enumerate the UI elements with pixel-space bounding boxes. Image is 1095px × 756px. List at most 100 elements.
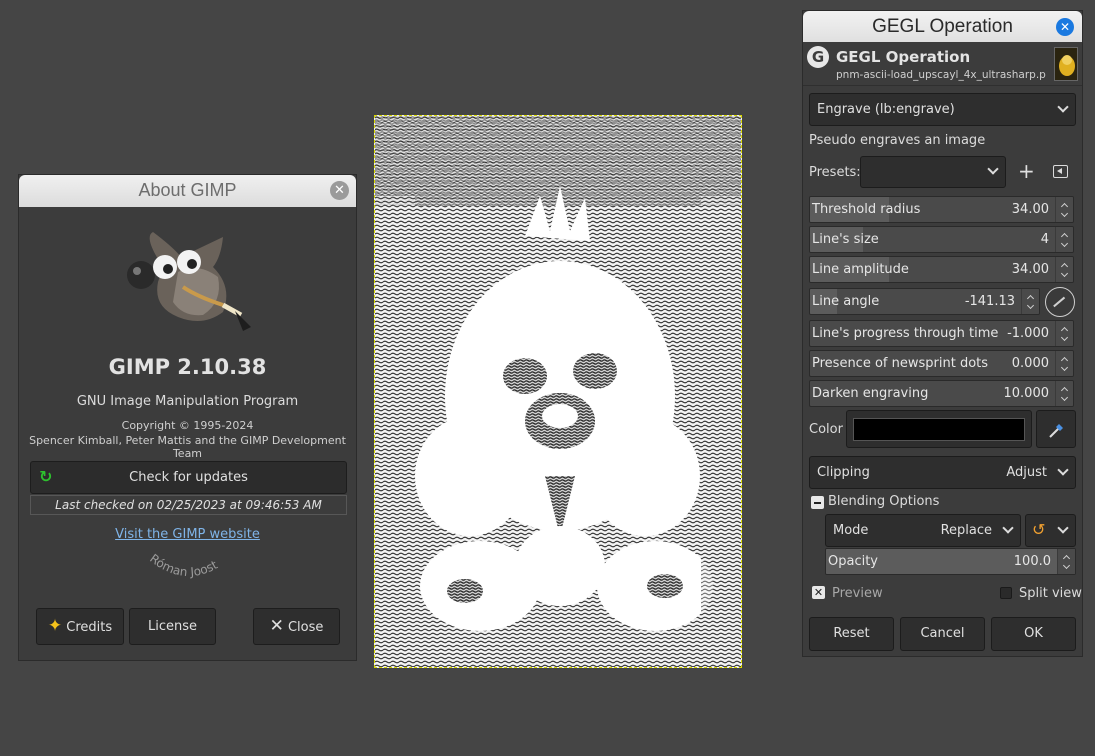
chevron-down-icon bbox=[1002, 522, 1014, 534]
about-dialog: About GIMP ✕ GIMP 2.10.38 GNU Image Mani… bbox=[18, 174, 357, 661]
param-value: -141.13 bbox=[964, 294, 1015, 309]
opacity-slider[interactable]: Opacity 100.0 bbox=[825, 548, 1076, 575]
arc-name: Róman Joost bbox=[147, 552, 220, 579]
opacity-value: 100.0 bbox=[1013, 554, 1051, 569]
param-slider-presence-of-newsprint-dots[interactable]: Presence of newsprint dots 0.000 bbox=[809, 350, 1074, 377]
gegl-title: GEGL Operation bbox=[872, 16, 1013, 37]
gegl-logo-icon: G bbox=[807, 46, 829, 68]
param-label: Line amplitude bbox=[812, 262, 909, 277]
gegl-header: G GEGL Operation pnm-ascii-load_upscayl_… bbox=[803, 42, 1082, 86]
blending-options-label[interactable]: Blending Options bbox=[828, 494, 939, 509]
chevron-down-icon bbox=[1057, 522, 1069, 534]
reset-mode-icon: ↺ bbox=[1032, 520, 1046, 539]
copyright-text: Copyright © 1995-2024 bbox=[121, 419, 254, 432]
preview-label: Preview bbox=[832, 586, 883, 601]
engraved-image bbox=[375, 116, 741, 667]
reset-button[interactable]: Reset bbox=[809, 617, 894, 651]
svg-text:Róman Joost: Róman Joost bbox=[147, 552, 220, 579]
last-checked-text: Last checked on 02/25/2023 at 09:46:53 A… bbox=[30, 495, 347, 515]
image-canvas[interactable] bbox=[374, 115, 742, 668]
refresh-icon: ↻ bbox=[39, 467, 53, 486]
param-spinner[interactable] bbox=[1055, 321, 1073, 346]
color-picker-button[interactable] bbox=[1036, 410, 1076, 448]
preview-checkbox[interactable]: ✕ bbox=[812, 586, 825, 599]
eyedropper-icon bbox=[1049, 424, 1063, 438]
param-spinner[interactable] bbox=[1055, 197, 1073, 222]
chevron-down-icon bbox=[1057, 101, 1069, 113]
authors-text: Spencer Kimball, Peter Mattis and the GI… bbox=[29, 434, 346, 460]
opacity-spinner[interactable] bbox=[1057, 549, 1075, 574]
mode-select[interactable]: Mode Replace bbox=[825, 514, 1021, 547]
param-slider-line-amplitude[interactable]: Line amplitude 34.00 bbox=[809, 256, 1074, 283]
operation-value: Engrave (lb:engrave) bbox=[817, 102, 955, 117]
program-version: GIMP 2.10.38 bbox=[108, 355, 267, 379]
operation-select[interactable]: Engrave (lb:engrave) bbox=[809, 93, 1076, 126]
add-preset-icon[interactable]: + bbox=[1018, 159, 1035, 183]
clipping-label: Clipping bbox=[817, 465, 870, 480]
split-view-label: Split view bbox=[1019, 586, 1082, 601]
license-label: License bbox=[147, 619, 197, 634]
presets-label: Presets: bbox=[809, 165, 861, 180]
collapse-icon[interactable] bbox=[811, 496, 824, 509]
param-spinner[interactable] bbox=[1055, 351, 1073, 376]
check-updates-button[interactable]: ↻ Check for updates bbox=[30, 461, 347, 494]
cancel-button[interactable]: Cancel bbox=[900, 617, 985, 651]
mode-label: Mode bbox=[833, 523, 869, 538]
color-button[interactable] bbox=[846, 410, 1032, 448]
param-spinner[interactable] bbox=[1055, 227, 1073, 252]
star-icon: ✦ bbox=[47, 616, 63, 636]
clipping-value: Adjust bbox=[1006, 465, 1047, 480]
close-icon[interactable]: ✕ bbox=[330, 181, 349, 200]
operation-description: Pseudo engraves an image bbox=[809, 133, 986, 148]
about-title: About GIMP bbox=[138, 180, 237, 200]
param-label: Threshold radius bbox=[812, 202, 921, 217]
param-value: 34.00 bbox=[1011, 262, 1049, 277]
param-value: 10.000 bbox=[1003, 386, 1050, 401]
param-value: 34.00 bbox=[1011, 202, 1049, 217]
ok-button[interactable]: OK bbox=[991, 617, 1076, 651]
mode-value: Replace bbox=[940, 523, 992, 538]
check-updates-label: Check for updates bbox=[129, 470, 248, 485]
color-label: Color bbox=[809, 422, 843, 437]
wilber-logo-icon bbox=[127, 232, 251, 331]
author-arc-text: Róman Joost bbox=[147, 552, 220, 579]
param-spinner[interactable] bbox=[1055, 257, 1073, 282]
image-thumbnail bbox=[1054, 47, 1078, 81]
opacity-label: Opacity bbox=[828, 554, 879, 569]
param-slider-line-s-size[interactable]: Line's size 4 bbox=[809, 226, 1074, 253]
header-name: GEGL Operation bbox=[836, 48, 971, 66]
param-slider-line-s-progress-through-time[interactable]: Line's progress through time -1.000 bbox=[809, 320, 1074, 347]
gegl-titlebar[interactable]: GEGL Operation ✕ bbox=[803, 11, 1082, 42]
header-filename: pnm-ascii-load_upscayl_4x_ultrasharp.pn.… bbox=[836, 69, 1046, 81]
param-label: Line's progress through time bbox=[812, 326, 999, 341]
param-value: -1.000 bbox=[1007, 326, 1049, 341]
program-subtitle: GNU Image Manipulation Program bbox=[76, 394, 299, 409]
about-titlebar[interactable]: About GIMP ✕ bbox=[19, 175, 356, 207]
close-x-icon: ✕ bbox=[269, 616, 284, 636]
param-value: 4 bbox=[1040, 232, 1049, 247]
split-view-checkbox[interactable] bbox=[1000, 587, 1012, 599]
license-button[interactable]: License bbox=[129, 608, 216, 645]
param-value: 0.000 bbox=[1011, 356, 1049, 371]
clipping-select[interactable]: Clipping Adjust bbox=[809, 456, 1076, 489]
gegl-dialog: GEGL Operation ✕ G GEGL Operation pnm-as… bbox=[802, 10, 1083, 657]
param-label: Darken engraving bbox=[812, 386, 929, 401]
credits-button[interactable]: ✦ Credits bbox=[36, 608, 124, 645]
chevron-down-icon bbox=[1057, 464, 1069, 476]
param-label: Line's size bbox=[812, 232, 879, 247]
color-swatch bbox=[853, 418, 1025, 441]
website-link[interactable]: Visit the GIMP website bbox=[19, 527, 356, 542]
param-slider-threshold-radius[interactable]: Threshold radius 34.00 bbox=[809, 196, 1074, 223]
mode-options-button[interactable]: ↺ bbox=[1025, 514, 1076, 547]
close-button[interactable]: ✕ Close bbox=[253, 608, 340, 645]
param-slider-darken-engraving[interactable]: Darken engraving 10.000 bbox=[809, 380, 1074, 407]
close-icon[interactable]: ✕ bbox=[1056, 18, 1074, 36]
presets-select[interactable] bbox=[860, 156, 1006, 188]
param-spinner[interactable] bbox=[1055, 381, 1073, 406]
param-slider-line-angle[interactable]: Line angle -141.13 bbox=[809, 288, 1040, 315]
angle-dial[interactable] bbox=[1045, 287, 1075, 317]
close-label: Close bbox=[287, 620, 324, 635]
param-spinner[interactable] bbox=[1021, 289, 1039, 314]
preset-menu-icon[interactable] bbox=[1053, 165, 1068, 178]
param-label: Presence of newsprint dots bbox=[812, 356, 989, 371]
